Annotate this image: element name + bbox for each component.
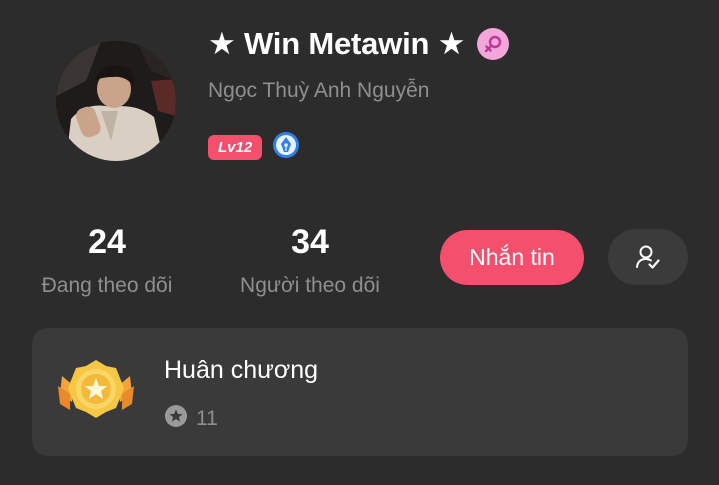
display-name-row: ★ Win Metawin ★ — [208, 22, 510, 66]
followers-label: Người theo dõi — [240, 274, 380, 297]
gold-star-medal-icon — [54, 356, 138, 428]
user-check-icon — [636, 245, 660, 269]
display-name: ★ Win Metawin ★ — [208, 26, 466, 61]
username: Ngọc Thuỳ Anh Nguyễn — [208, 79, 430, 102]
following-stat[interactable]: 24 Đang theo dõi — [30, 222, 184, 298]
profile-badges: Lv12 — [208, 131, 300, 164]
followers-stat[interactable]: 34 Người theo dõi — [228, 222, 392, 298]
follow-status-button[interactable] — [608, 229, 688, 285]
followers-count: 34 — [291, 223, 329, 261]
star-circle-icon — [164, 404, 188, 433]
message-button[interactable]: Nhắn tin — [440, 230, 584, 285]
avatar-photo — [56, 41, 176, 161]
following-label: Đang theo dõi — [41, 274, 173, 297]
medals-title: Huân chương — [164, 356, 319, 384]
following-count: 24 — [88, 223, 126, 261]
medals-count: 11 — [196, 406, 218, 430]
medals-count-row: 11 — [164, 404, 218, 433]
female-symbol-icon — [477, 28, 510, 60]
avatar[interactable] — [56, 41, 176, 161]
profile-page: ★ Win Metawin ★ Ngọc Thuỳ Anh Nguyễn Lv1… — [0, 0, 719, 485]
pen-nib-badge-icon[interactable] — [272, 131, 300, 164]
medals-card[interactable]: Huân chương 11 — [32, 328, 688, 456]
level-badge[interactable]: Lv12 — [208, 135, 263, 160]
